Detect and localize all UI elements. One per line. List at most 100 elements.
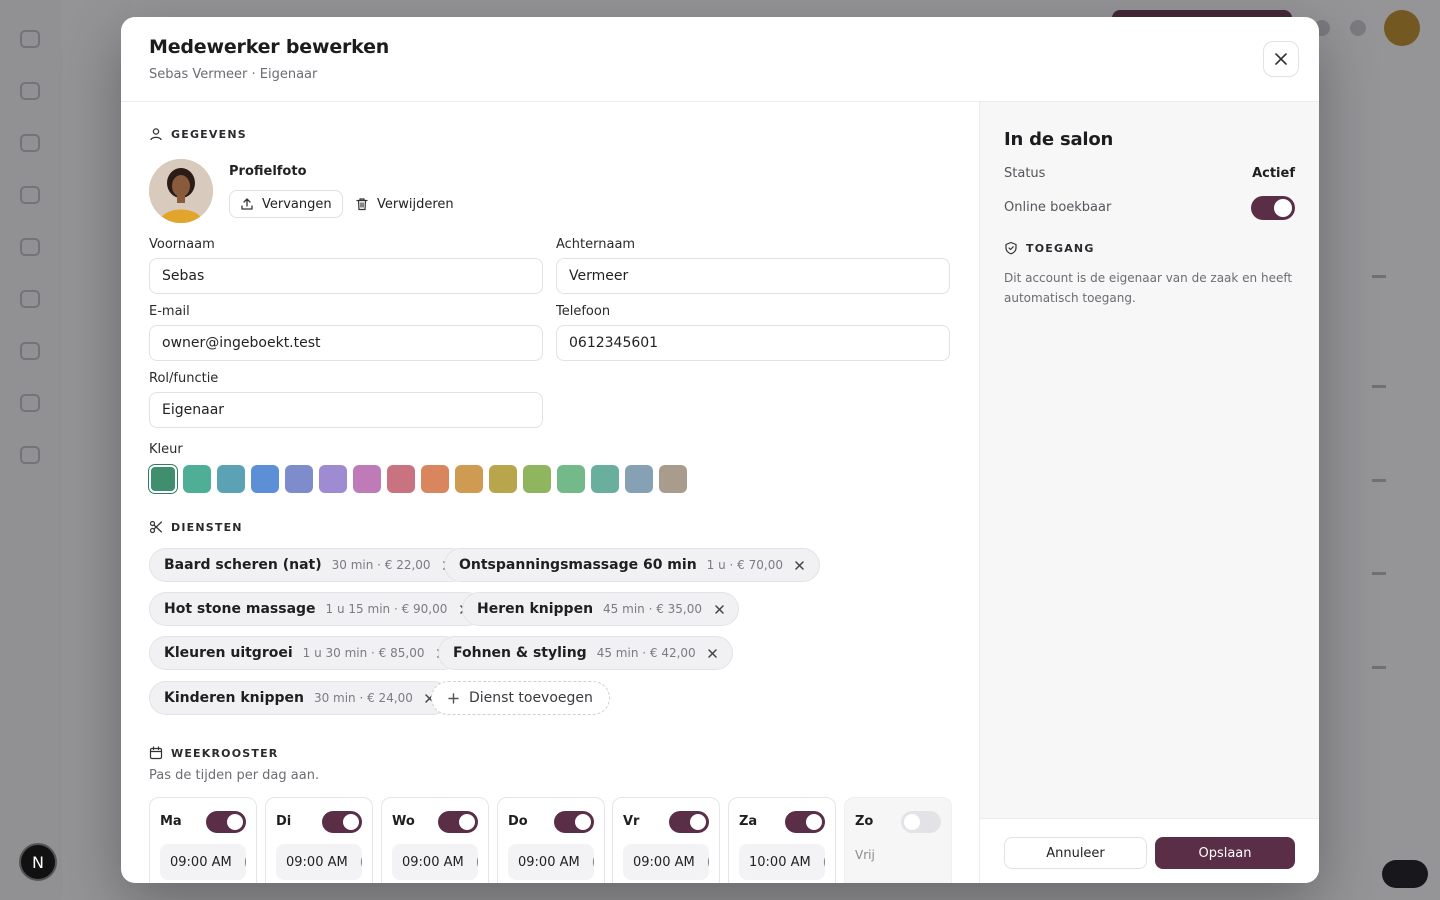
start-time: 09:00 AM [286, 854, 348, 870]
replace-photo-label: Vervangen [262, 196, 332, 212]
day-toggle[interactable] [438, 811, 478, 833]
service-chip: Ontspanningsmassage 60 min 1 u · € 70,00 [444, 548, 820, 582]
color-swatch[interactable] [523, 465, 551, 493]
color-swatch[interactable] [659, 465, 687, 493]
start-time: 09:00 AM [170, 854, 232, 870]
toggle-knob [806, 814, 822, 830]
day-card-di: Di 09:00 AM ( [265, 797, 373, 883]
start-time: 09:00 AM [518, 854, 580, 870]
close-icon [795, 560, 805, 570]
save-button[interactable]: Opslaan [1155, 837, 1295, 869]
color-swatch[interactable] [319, 465, 347, 493]
status-label: Status [1004, 166, 1046, 181]
remove-service-button[interactable] [706, 646, 720, 660]
day-toggle[interactable] [322, 811, 362, 833]
color-swatch[interactable] [251, 465, 279, 493]
add-service-button[interactable]: Dienst toevoegen [431, 681, 610, 715]
time-separator: ( [592, 855, 594, 870]
calendar-icon [149, 746, 163, 760]
modal-footer: Annuleer Opslaan [980, 818, 1319, 883]
email-label: E-mail [149, 304, 190, 319]
close-button[interactable] [1263, 41, 1299, 77]
day-card-ma: Ma 09:00 AM ( [149, 797, 257, 883]
service-name: Kleuren uitgroei [164, 645, 293, 661]
color-swatch[interactable] [455, 465, 483, 493]
delete-photo-button[interactable]: Verwijderen [355, 190, 454, 218]
telefoon-input[interactable] [556, 325, 950, 361]
color-swatch[interactable] [353, 465, 381, 493]
voornaam-label: Voornaam [149, 237, 215, 252]
color-swatch[interactable] [387, 465, 415, 493]
app-logo[interactable]: N [19, 843, 57, 881]
color-swatch[interactable] [149, 465, 177, 493]
time-separator: ( [360, 855, 362, 870]
color-swatch[interactable] [217, 465, 245, 493]
delete-photo-label: Verwijderen [377, 196, 454, 212]
service-name: Kinderen knippen [164, 690, 304, 706]
color-swatch[interactable] [557, 465, 585, 493]
start-time-input[interactable]: 09:00 AM ( [508, 844, 594, 880]
day-toggle[interactable] [554, 811, 594, 833]
service-meta: 1 u · € 70,00 [706, 558, 783, 572]
online-bookable-toggle[interactable] [1251, 196, 1295, 220]
day-card-zo: Zo Vrij [844, 797, 952, 883]
service-meta: 45 min · € 42,00 [596, 646, 696, 660]
color-swatch[interactable] [183, 465, 211, 493]
day-toggle[interactable] [669, 811, 709, 833]
start-time-input[interactable]: 09:00 AM ( [276, 844, 362, 880]
start-time-input[interactable]: 10:00 AM ( [739, 844, 825, 880]
rol-label: Rol/functie [149, 371, 219, 386]
email-input[interactable] [149, 325, 543, 361]
start-time-input[interactable]: 09:00 AM ( [392, 844, 478, 880]
day-toggle[interactable] [206, 811, 246, 833]
close-icon [714, 604, 724, 614]
section-title: DIENSTEN [171, 520, 243, 534]
kleur-label: Kleur [149, 442, 183, 457]
color-swatch[interactable] [489, 465, 517, 493]
day-name: Vr [623, 814, 640, 829]
remove-service-button[interactable] [793, 558, 807, 572]
start-time-input[interactable]: 09:00 AM ( [160, 844, 246, 880]
trash-icon [356, 198, 368, 211]
service-chip: Fohnen & styling 45 min · € 42,00 [438, 636, 733, 670]
modal-subtitle: Sebas Vermeer · Eigenaar [149, 67, 318, 82]
telefoon-label: Telefoon [556, 304, 611, 319]
replace-photo-button[interactable]: Vervangen [229, 190, 343, 218]
toggle-knob [459, 814, 475, 830]
day-off-label: Vrij [855, 848, 875, 862]
day-card-za: Za 10:00 AM ( [728, 797, 836, 883]
section-title: GEGEVENS [171, 127, 247, 141]
close-icon [1275, 53, 1287, 65]
remove-service-button[interactable] [712, 602, 726, 616]
day-name: Do [508, 814, 528, 829]
start-time: 09:00 AM [633, 854, 695, 870]
section-diensten: DIENSTEN [149, 520, 243, 534]
service-chip: Kinderen knippen 30 min · € 24,00 [149, 681, 450, 715]
cancel-button[interactable]: Annuleer [1004, 837, 1147, 869]
start-time-input[interactable]: 09:00 AM ( [623, 844, 709, 880]
day-name: Zo [855, 814, 874, 829]
day-name: Ma [160, 814, 182, 829]
achternaam-input[interactable] [556, 258, 950, 294]
color-swatch[interactable] [421, 465, 449, 493]
service-chip: Kleuren uitgroei 1 u 30 min · € 85,00 [149, 636, 462, 670]
rol-input[interactable] [149, 392, 543, 428]
service-name: Hot stone massage [164, 601, 316, 617]
voornaam-input[interactable] [149, 258, 543, 294]
section-title: WEEKROOSTER [171, 746, 279, 760]
access-description: Dit account is de eigenaar van de zaak e… [1004, 271, 1293, 305]
day-toggle[interactable] [901, 811, 941, 833]
color-swatch[interactable] [591, 465, 619, 493]
time-separator: ( [476, 855, 478, 870]
salon-panel: In de salon Status Actief Online boekbaa… [979, 102, 1319, 883]
service-name: Heren knippen [477, 601, 594, 617]
service-chip: Heren knippen 45 min · € 35,00 [462, 592, 740, 626]
color-swatch[interactable] [285, 465, 313, 493]
status-value: Actief [1252, 166, 1295, 181]
section-toegang: TOEGANG [1004, 241, 1095, 255]
color-swatch[interactable] [625, 465, 653, 493]
toggle-knob [904, 814, 920, 830]
service-meta: 30 min · € 22,00 [331, 558, 431, 572]
day-toggle[interactable] [785, 811, 825, 833]
toggle-knob [1274, 199, 1292, 217]
